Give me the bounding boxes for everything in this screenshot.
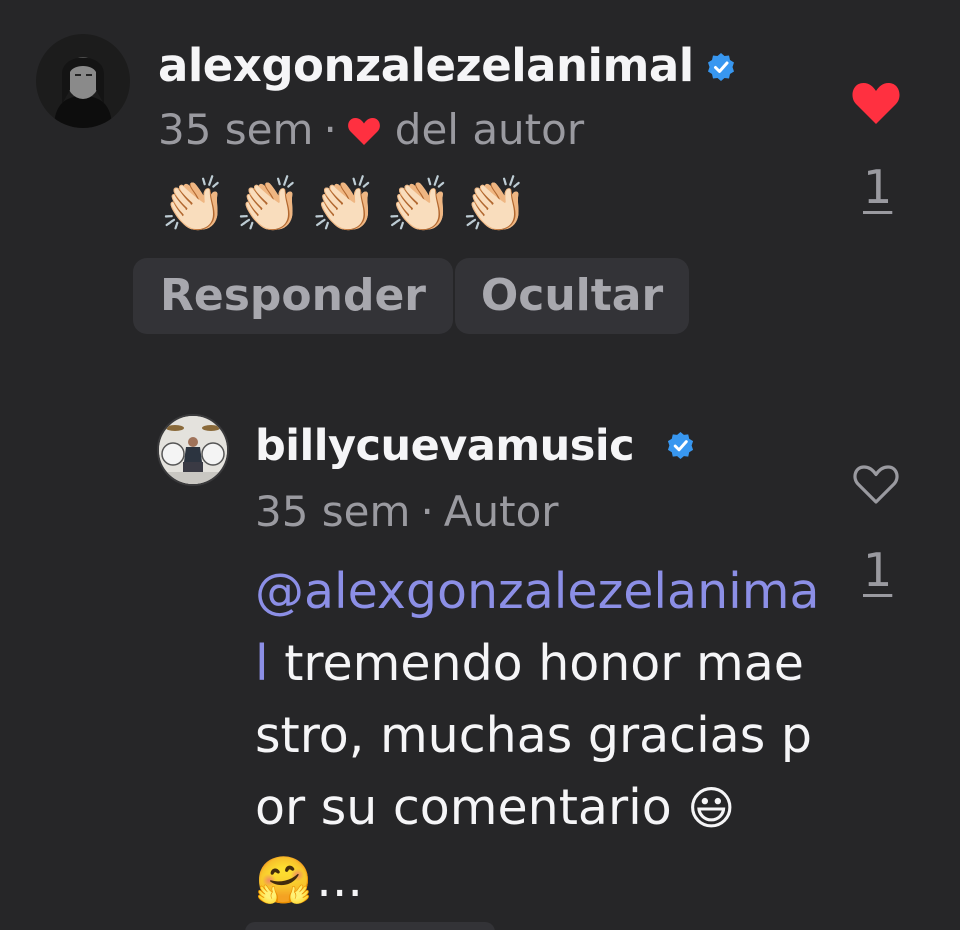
comments-screen: alexgonzalezelanimal 35 sem · del autor 👏🏻… — [0, 0, 960, 930]
comment-username[interactable]: alexgonzalezelanimal — [158, 38, 694, 94]
reply-button[interactable]: Responder — [133, 258, 453, 334]
next-item-edge — [245, 922, 495, 930]
comment-like-count[interactable]: 1 — [863, 162, 892, 212]
more-ellipsis[interactable]: ... — [316, 851, 363, 908]
meta-separator: · — [420, 487, 434, 536]
reply-avatar[interactable] — [157, 414, 229, 486]
comment-body: 👏🏻👏🏻👏🏻👏🏻👏🏻 — [160, 173, 537, 236]
verified-badge-icon — [667, 431, 694, 460]
liked-by-author-label: del autor — [394, 105, 585, 154]
reply-like-count[interactable]: 1 — [863, 545, 892, 595]
profile-photo — [159, 416, 227, 484]
author-badge: Autor — [443, 487, 559, 536]
profile-photo — [36, 34, 130, 128]
hide-button[interactable]: Ocultar — [455, 258, 689, 334]
meta-separator: · — [323, 105, 337, 154]
avatar[interactable] — [36, 34, 130, 128]
reply-body: @alexgonzalezelanimal tremendo honor mae… — [255, 556, 825, 916]
heart-filled-icon[interactable] — [851, 80, 901, 126]
reply-meta: 35 sem · Autor — [255, 486, 559, 538]
verified-badge-icon — [708, 53, 734, 81]
comment-meta: 35 sem · del autor — [158, 104, 584, 156]
comment-time: 35 sem — [158, 105, 314, 154]
reply-time: 35 sem — [255, 487, 411, 536]
liked-by-author-heart-icon — [347, 118, 380, 145]
reply-username[interactable]: billycuevamusic — [255, 419, 635, 473]
heart-outline-icon[interactable] — [852, 462, 900, 506]
